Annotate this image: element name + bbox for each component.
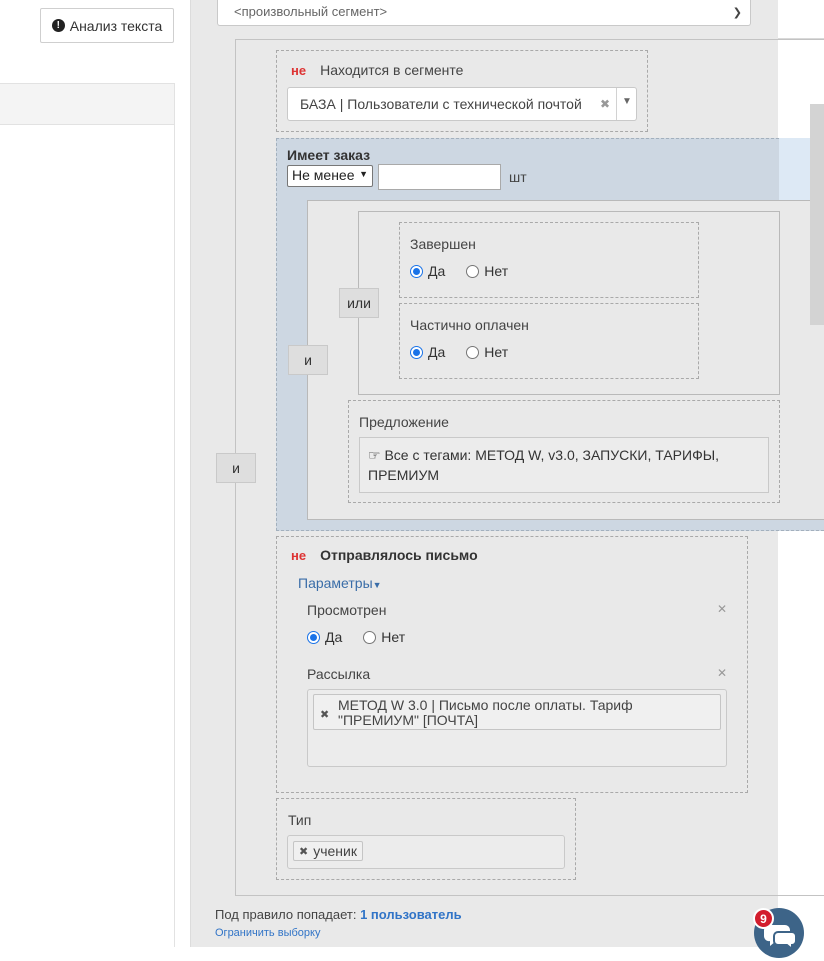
viewed-yes-label: Да — [325, 629, 343, 645]
viewed-title: Просмотрен — [307, 602, 387, 618]
remove-viewed-icon[interactable]: ✕ — [717, 602, 727, 616]
status-completed-title: Завершен — [410, 236, 476, 252]
remove-tag-icon[interactable]: ✖ — [299, 845, 308, 858]
segment-type-select[interactable]: <произвольный сегмент> ❯ — [217, 0, 751, 26]
chat-unread-badge: 9 — [753, 908, 774, 929]
status-completed-block: Завершен Да Нет — [399, 222, 699, 298]
completed-yes-radio[interactable] — [410, 264, 423, 278]
offer-block: Предложение ☞ Все с тегами: МЕТОД W, v3.… — [348, 400, 780, 503]
chevron-down-icon: ❯ — [732, 7, 742, 19]
mailing-title: Рассылка — [307, 666, 371, 682]
inner-and-operator-button[interactable]: и — [288, 345, 328, 375]
params-link-label: Параметры — [298, 575, 373, 591]
viewed-no-radio[interactable] — [363, 630, 377, 644]
mailing-tag: ✖ МЕТОД W 3.0 | Письмо после оплаты. Тар… — [313, 694, 721, 730]
email-negation-badge[interactable]: не — [291, 548, 306, 563]
outer-and-operator-button[interactable]: и — [216, 453, 256, 483]
partial-yes-radio[interactable] — [410, 345, 423, 359]
result-summary: Под правило попадает: 1 пользователь — [215, 907, 462, 922]
type-rule-block: Тип ✖ ученик — [276, 798, 576, 880]
caret-down-icon[interactable]: ▼ — [622, 96, 632, 107]
partial-no-radio[interactable] — [466, 345, 480, 359]
email-rule-title: Отправлялось письмо — [320, 547, 478, 563]
outer-and-label: и — [232, 460, 240, 476]
remove-mailing-icon[interactable]: ✕ — [717, 666, 727, 680]
segment-rule-block: не Находится в сегменте БАЗА | Пользоват… — [276, 50, 648, 132]
offer-title: Предложение — [359, 414, 449, 430]
partial-no-label: Нет — [484, 344, 509, 360]
or-operator-label: или — [347, 295, 371, 311]
analyze-text-button[interactable]: ! Анализ текста — [40, 8, 174, 43]
offer-value: Все с тегами: МЕТОД W, v3.0, ЗАПУСКИ, ТА… — [368, 447, 719, 483]
segment-rule-title: Находится в сегменте — [320, 62, 464, 78]
viewed-no-label: Нет — [381, 629, 406, 645]
type-tag: ✖ ученик — [293, 841, 363, 861]
type-select[interactable]: ✖ ученик — [287, 835, 565, 869]
viewed-yes-radio[interactable] — [307, 630, 320, 644]
type-rule-title: Тип — [288, 812, 312, 828]
segment-type-value: <произвольный сегмент> — [234, 4, 388, 19]
result-count-link[interactable]: 1 пользователь — [360, 907, 462, 922]
completed-yes-label: Да — [428, 263, 446, 279]
segment-select-value: БАЗА | Пользователи с технической почтой — [300, 96, 582, 112]
mailing-select[interactable]: ✖ МЕТОД W 3.0 | Письмо после оплаты. Тар… — [307, 689, 727, 767]
remove-tag-icon[interactable]: ✖ — [320, 708, 329, 723]
order-comparator-value: Не менее — [292, 167, 355, 183]
left-panel-divider — [174, 125, 175, 947]
exclamation-circle-icon: ! — [51, 19, 65, 32]
segment-select[interactable]: БАЗА | Пользователи с технической почтой… — [287, 87, 637, 121]
mailing-tag-label: МЕТОД W 3.0 | Письмо после оплаты. Тариф… — [338, 697, 633, 728]
order-count-unit: шт — [509, 169, 527, 185]
completed-no-radio[interactable] — [466, 264, 480, 278]
params-toggle-link[interactable]: Параметры▼ — [298, 575, 382, 591]
clear-icon[interactable]: ✖ — [600, 97, 610, 111]
status-partial-title: Частично оплачен — [410, 317, 529, 333]
email-rule-block: не Отправлялось письмо Параметры▼ Просмо… — [276, 536, 748, 793]
chevron-down-icon: ▼ — [359, 169, 368, 179]
hand-pointer-icon: ☞ — [368, 447, 381, 463]
order-count-input[interactable] — [378, 164, 501, 190]
status-partial-block: Частично оплачен Да Нет — [399, 303, 699, 379]
or-operator-button[interactable]: или — [339, 288, 379, 318]
segment-negation-badge[interactable]: не — [291, 63, 306, 78]
result-prefix: Под правило попадает: — [215, 907, 357, 922]
type-tag-label: ученик — [313, 843, 357, 859]
inner-and-label: и — [304, 352, 312, 368]
limit-selection-link[interactable]: Ограничить выборку — [215, 927, 320, 939]
completed-no-label: Нет — [484, 263, 509, 279]
scrollbar-thumb[interactable] — [810, 104, 824, 325]
offer-select[interactable]: ☞ Все с тегами: МЕТОД W, v3.0, ЗАПУСКИ, … — [359, 437, 769, 493]
order-comparator-select[interactable]: Не менее ▼ — [287, 165, 373, 187]
partial-yes-label: Да — [428, 344, 446, 360]
caret-down-icon: ▼ — [372, 580, 382, 590]
analyze-text-label: Анализ текста — [69, 17, 163, 34]
select-separator — [616, 88, 617, 120]
left-panel-header — [0, 83, 175, 125]
order-rule-title: Имеет заказ — [287, 147, 371, 163]
